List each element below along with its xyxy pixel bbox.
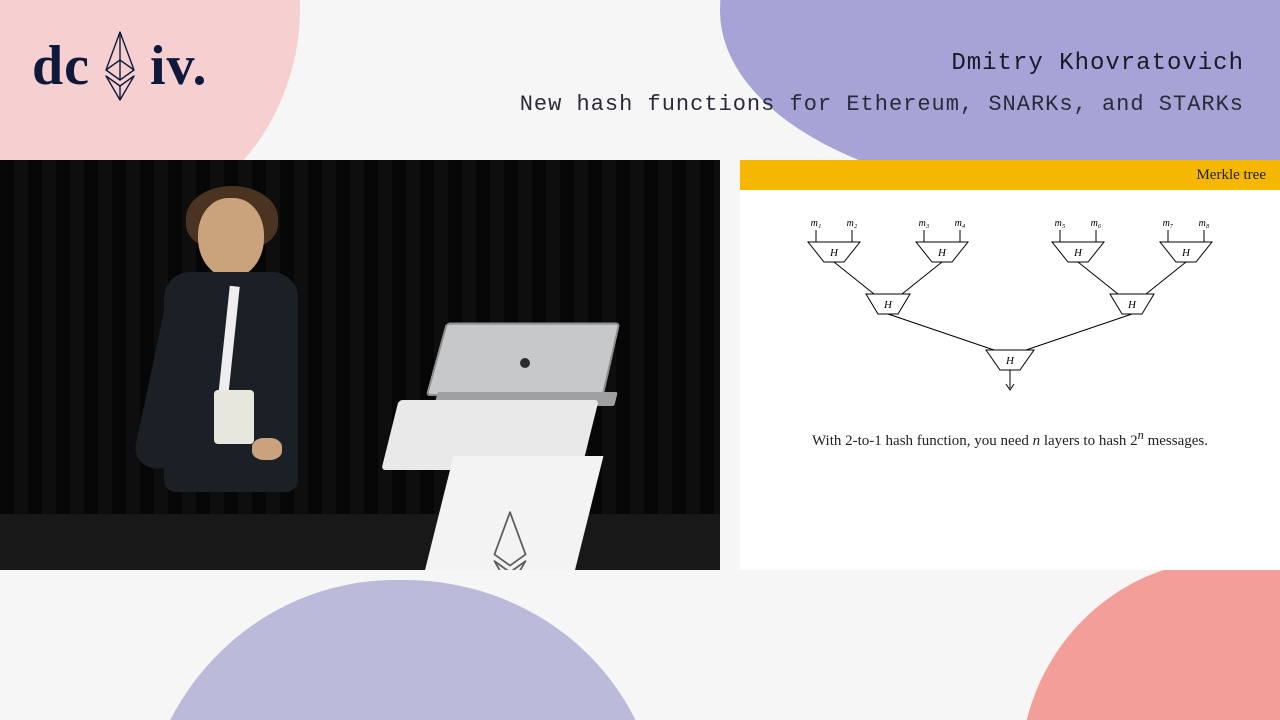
svg-text:m₆: m₆	[1091, 218, 1102, 229]
ethereum-diamond-icon	[480, 510, 540, 570]
slide-view: Merkle tree m₁ m₂ m₃ m₄ m₅ m₆ m₇ m₈	[740, 160, 1280, 570]
svg-text:m₇: m₇	[1163, 218, 1174, 229]
svg-text:m₁: m₁	[811, 218, 822, 229]
logo-text-left: dc	[32, 34, 90, 98]
decorative-blob	[1020, 560, 1280, 720]
svg-text:m₄: m₄	[955, 218, 966, 229]
slide-caption: With 2-to-1 hash function, you need n la…	[752, 428, 1268, 450]
svg-text:H: H	[1005, 355, 1015, 367]
logo-text-right: iv.	[150, 34, 207, 98]
lectern	[380, 360, 600, 570]
svg-text:m₈: m₈	[1199, 218, 1210, 229]
merkle-tree-diagram: m₁ m₂ m₃ m₄ m₅ m₆ m₇ m₈	[780, 216, 1240, 396]
decorative-blob	[140, 580, 660, 720]
svg-text:m₂: m₂	[847, 218, 858, 229]
svg-text:H: H	[829, 247, 839, 259]
svg-text:H: H	[1127, 299, 1137, 311]
svg-text:m₃: m₃	[919, 218, 930, 229]
svg-text:H: H	[1073, 247, 1083, 259]
speaker-name: Dmitry Khovratovich	[951, 50, 1244, 77]
presentation-frame: dc iv. Dmitry Khovratovich New hash func…	[0, 0, 1280, 720]
svg-text:m₅: m₅	[1055, 218, 1066, 229]
stage-floor	[0, 514, 720, 570]
event-logo: dc iv.	[32, 30, 207, 102]
svg-text:H: H	[937, 247, 947, 259]
ethereum-diamond-icon	[100, 30, 140, 102]
svg-text:H: H	[1181, 247, 1191, 259]
stage-backdrop	[0, 160, 720, 570]
slide-heading: Merkle tree	[740, 160, 1280, 190]
presenter-figure	[140, 190, 320, 550]
slide-body: m₁ m₂ m₃ m₄ m₅ m₆ m₇ m₈	[740, 190, 1280, 450]
talk-title: New hash functions for Ethereum, SNARKs,…	[520, 92, 1244, 117]
camera-feed	[0, 160, 720, 570]
svg-text:H: H	[883, 299, 893, 311]
